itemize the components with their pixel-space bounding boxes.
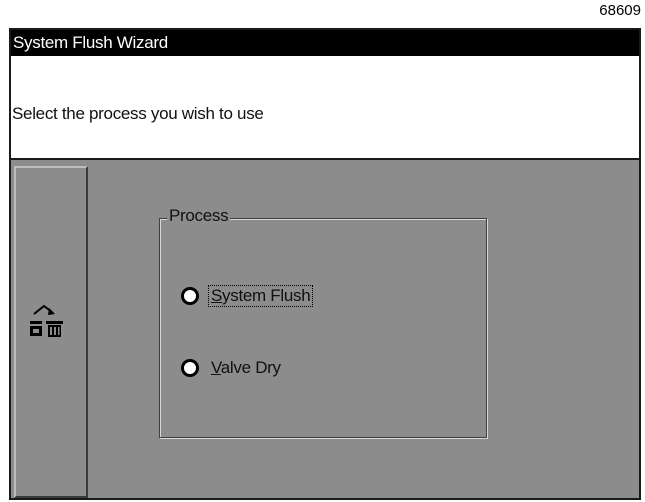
radio-option-system-flush[interactable]: System Flush [181,284,314,308]
wizard-screen: System Flush Wizard Select the process y… [9,28,641,500]
prompt-panel: Select the process you wish to use [11,56,639,160]
prompt-text: Select the process you wish to use [12,104,264,123]
radio-label-system-flush: System Flush [207,285,314,307]
title-bar: System Flush Wizard [11,30,639,56]
clear-cartridge-trash-icon [30,304,63,337]
radio-label-valve-dry: Valve Dry [211,358,281,377]
radio-option-valve-dry[interactable]: Valve Dry [181,356,283,380]
figure-number: 68609 [599,2,641,19]
radio-button-icon[interactable] [181,287,199,305]
process-group-legend: Process [167,206,231,226]
side-action-button[interactable] [14,166,88,498]
process-groupbox [159,218,487,438]
radio-button-icon[interactable] [181,359,199,377]
